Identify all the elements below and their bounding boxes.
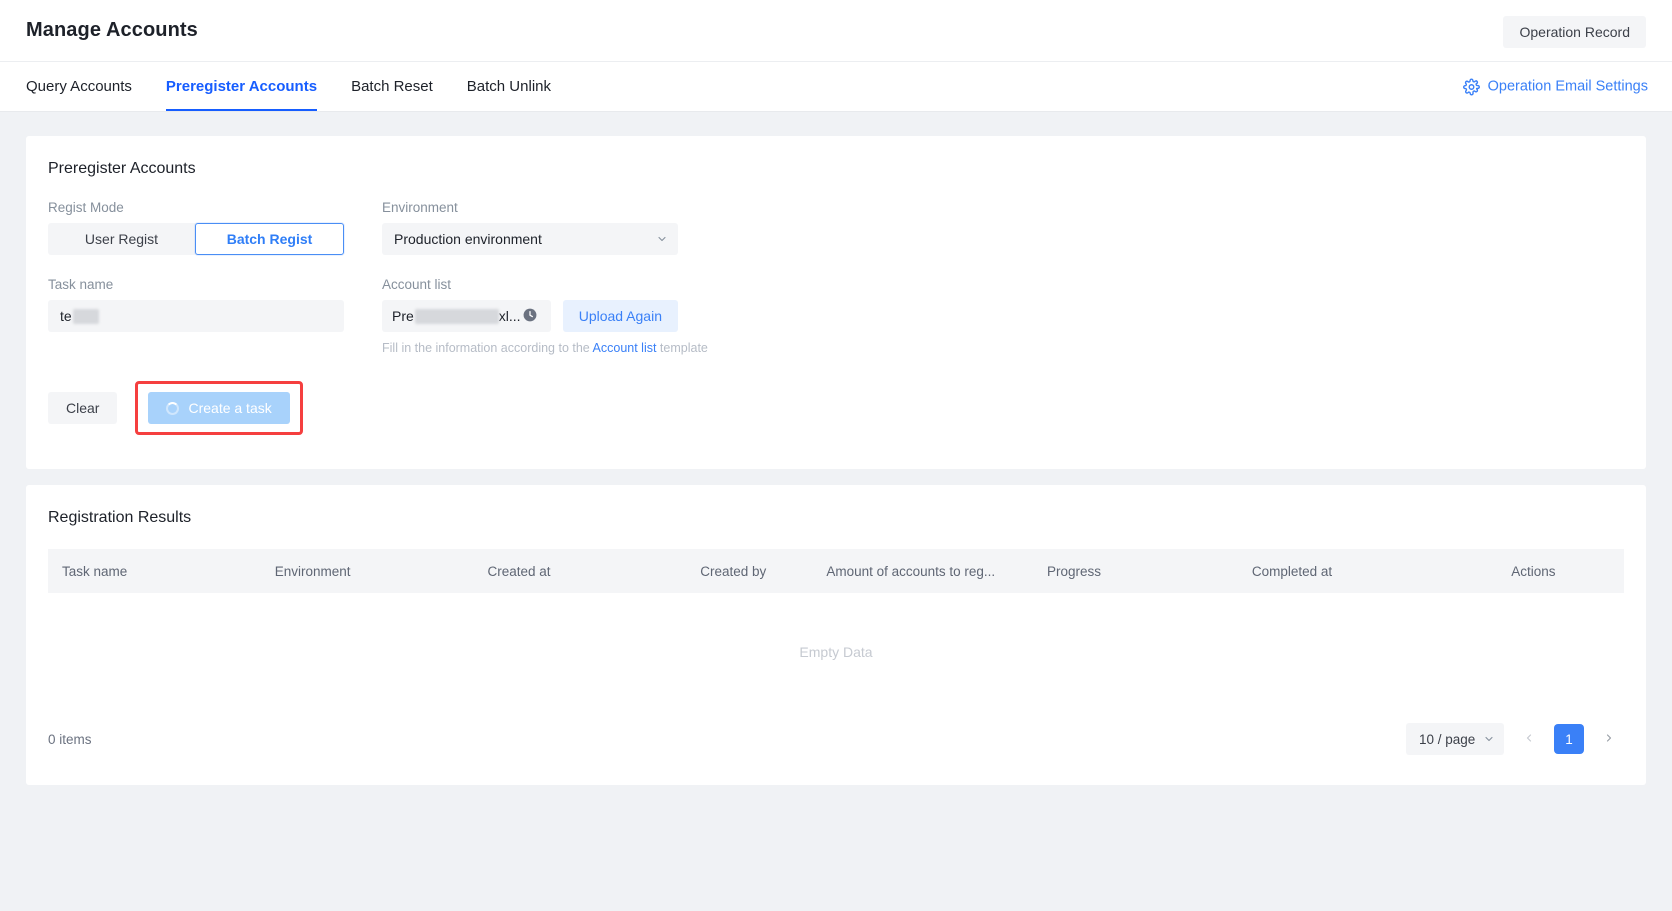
loading-spinner-icon: [166, 401, 180, 415]
results-table: Task name Environment Created at Created…: [48, 549, 1624, 711]
column-header-completed-at: Completed at: [1251, 563, 1333, 579]
field-task-name: Task name te: [48, 277, 344, 355]
titlebar: Manage Accounts Operation Record: [0, 0, 1672, 62]
hint-text-before: Fill in the information according to the: [382, 341, 593, 355]
content-area: Preregister Accounts Regist Mode User Re…: [0, 112, 1672, 785]
pagination-next-button[interactable]: [1594, 724, 1624, 754]
pagination-controls: 10 / page 1: [1406, 723, 1624, 755]
preregister-card: Preregister Accounts Regist Mode User Re…: [26, 136, 1646, 469]
tabbar: Query Accounts Preregister Accounts Batc…: [0, 62, 1672, 112]
task-name-label: Task name: [48, 277, 114, 292]
task-name-value: te: [60, 308, 72, 324]
uploaded-file-name-prefix: Pre: [392, 308, 414, 324]
account-list-hint: Fill in the information according to the…: [382, 341, 708, 355]
environment-selected-value: Production environment: [394, 231, 542, 247]
clear-button[interactable]: Clear: [48, 392, 118, 424]
operation-email-settings-label: Operation Email Settings: [1487, 78, 1648, 95]
column-header-environment: Environment: [274, 563, 351, 579]
operation-email-settings-link[interactable]: Operation Email Settings: [1462, 78, 1648, 95]
tab-batch-unlink[interactable]: Batch Unlink: [467, 62, 551, 111]
regist-mode-segmented: User Regist Batch Regist: [48, 223, 344, 255]
upload-again-button[interactable]: Upload Again: [562, 300, 678, 332]
column-header-progress: Progress: [1046, 563, 1101, 579]
uploaded-file-chip[interactable]: Pre xl...: [382, 300, 551, 332]
preregister-form: Regist Mode User Regist Batch Regist Env…: [26, 178, 1646, 355]
chevron-left-icon: [1523, 732, 1535, 747]
registration-results-card: Registration Results Task name Environme…: [26, 485, 1646, 785]
field-environment: Environment Production environment: [382, 200, 678, 255]
results-table-head: Task name Environment Created at Created…: [48, 549, 1624, 593]
uploaded-file-name-suffix: xl...: [498, 308, 521, 324]
create-task-label: Create a task: [188, 400, 272, 416]
tab-list: Query Accounts Preregister Accounts Batc…: [26, 62, 551, 111]
empty-data-text: Empty Data: [799, 644, 873, 660]
operation-record-button[interactable]: Operation Record: [1503, 16, 1646, 48]
segment-batch-regist[interactable]: Batch Regist: [195, 223, 344, 255]
column-header-created-by: Created by: [700, 563, 767, 579]
column-header-actions: Actions: [1511, 563, 1556, 579]
column-header-task-name: Task name: [62, 563, 128, 579]
chevron-right-icon: [1603, 732, 1615, 747]
form-row-2: Task name te Account list Pre xl... Uplo…: [48, 277, 1646, 355]
field-regist-mode: Regist Mode User Regist Batch Regist: [48, 200, 344, 255]
create-task-button[interactable]: Create a task: [148, 392, 290, 424]
page-size-select[interactable]: 10 / page: [1406, 723, 1504, 755]
app-root: Manage Accounts Operation Record Query A…: [0, 0, 1672, 911]
page-title: Manage Accounts: [26, 19, 198, 41]
uploaded-file-redaction: [414, 308, 499, 324]
form-row-1: Regist Mode User Regist Batch Regist Env…: [48, 200, 1646, 255]
pagination-page-1[interactable]: 1: [1554, 724, 1584, 754]
results-table-body: Empty Data: [48, 593, 1624, 711]
results-header-row: Task name Environment Created at Created…: [48, 549, 1624, 593]
items-count-label: 0 items: [48, 731, 92, 747]
regist-mode-label: Regist Mode: [48, 200, 124, 215]
field-account-list: Account list Pre xl... Upload Again Fill…: [382, 277, 708, 355]
environment-label: Environment: [382, 200, 458, 215]
form-actions: Clear Create a task: [26, 355, 1646, 469]
results-table-wrapper: Task name Environment Created at Created…: [26, 527, 1646, 711]
tab-batch-reset[interactable]: Batch Reset: [351, 62, 433, 111]
segment-user-regist[interactable]: User Regist: [48, 223, 195, 255]
clock-icon: [521, 308, 537, 325]
task-name-input[interactable]: te: [48, 300, 344, 332]
tab-query-accounts[interactable]: Query Accounts: [26, 62, 132, 111]
pagination-bar: 0 items 10 / page 1: [26, 711, 1646, 785]
hint-text-after: template: [656, 341, 708, 355]
account-list-upload-row: Pre xl... Upload Again: [382, 300, 678, 332]
preregister-card-title: Preregister Accounts: [48, 160, 196, 177]
pagination-prev-button[interactable]: [1514, 724, 1544, 754]
page-size-value: 10 / page: [1419, 731, 1476, 747]
gear-icon: [1462, 78, 1480, 95]
task-name-redaction: [72, 308, 99, 324]
tab-preregister-accounts[interactable]: Preregister Accounts: [165, 62, 318, 111]
environment-select[interactable]: Production environment: [382, 223, 678, 255]
account-list-template-link[interactable]: Account list: [593, 341, 657, 355]
empty-state-row: Empty Data: [48, 593, 1624, 711]
column-header-amount-of-accounts: Amount of accounts to reg...: [826, 563, 996, 579]
create-task-highlight-box: Create a task: [135, 381, 303, 435]
column-header-created-at: Created at: [487, 563, 551, 579]
account-list-label: Account list: [382, 277, 452, 292]
registration-results-title: Registration Results: [48, 509, 192, 526]
